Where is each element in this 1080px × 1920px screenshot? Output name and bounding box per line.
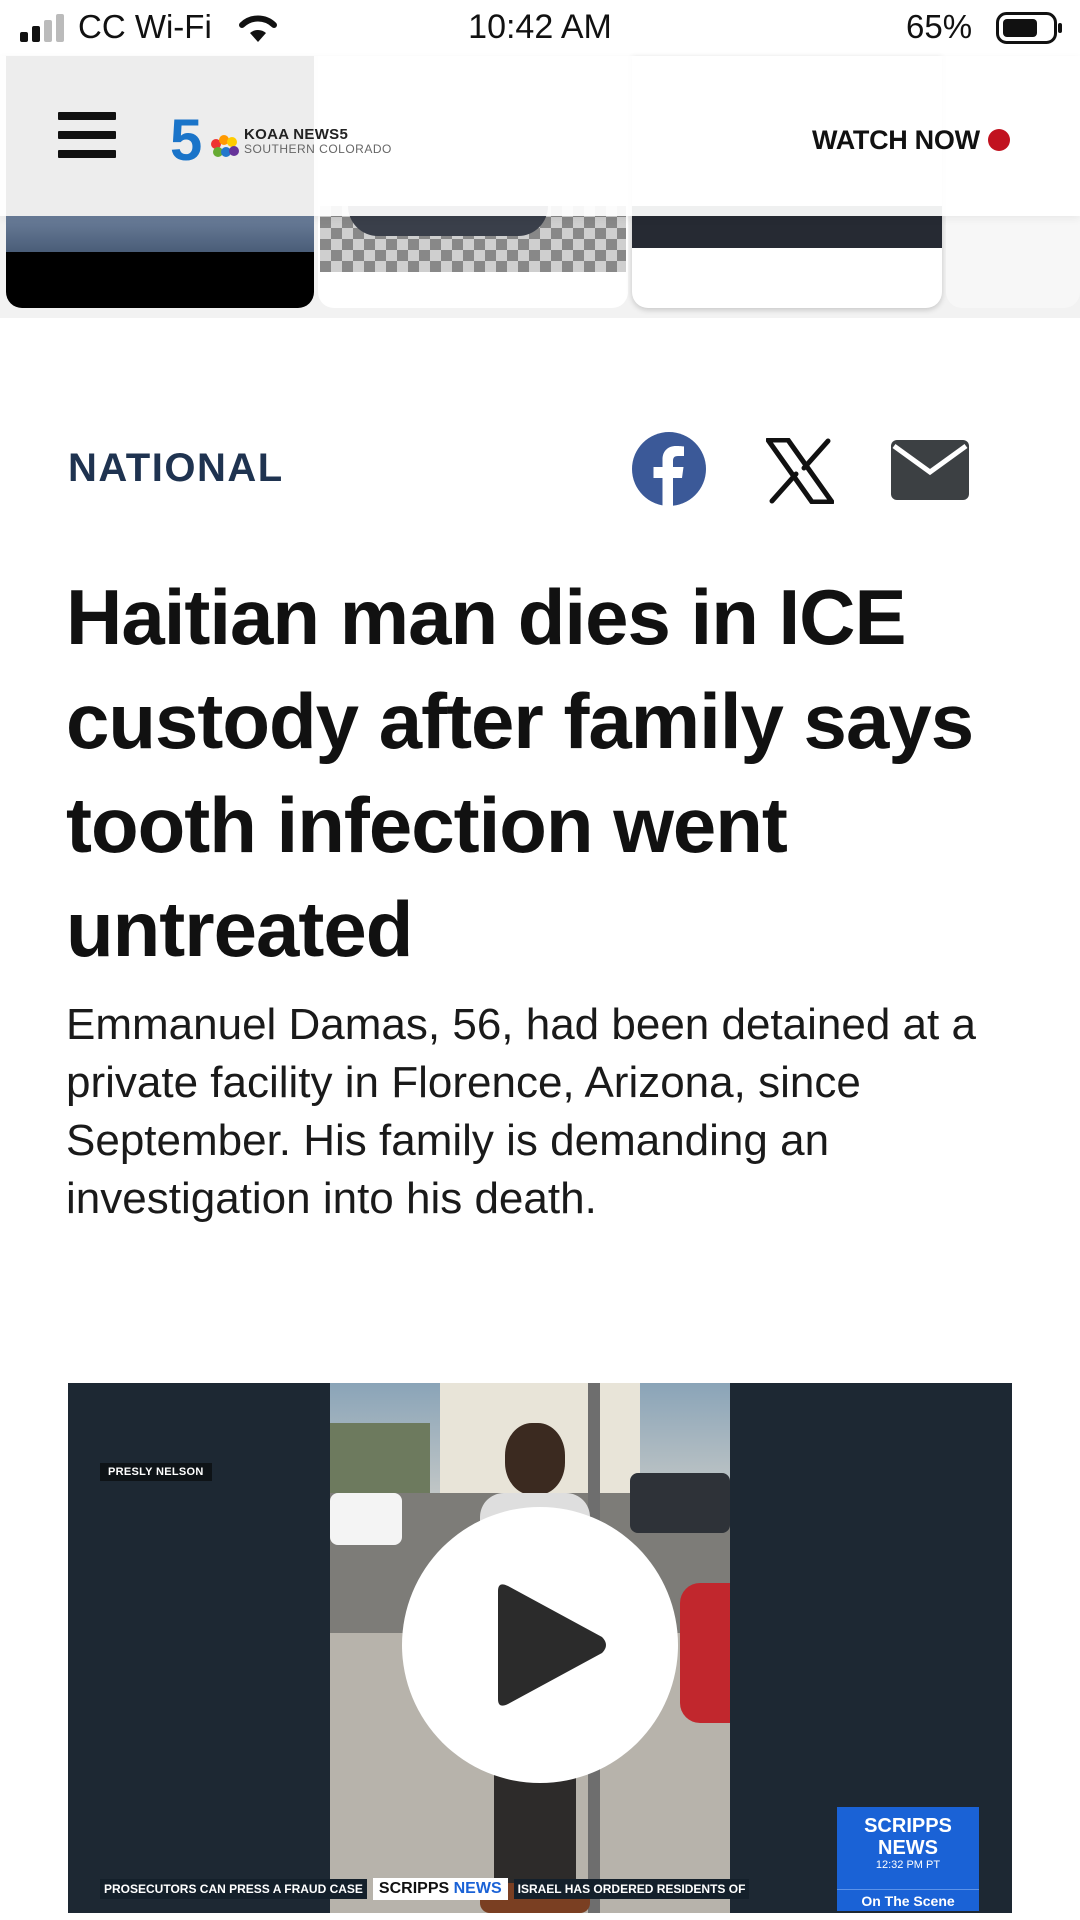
koaa-5-logo-icon: 5 — [170, 108, 239, 168]
scripps-news-badge: SCRIPPS NEWS 12:32 PM PT On The Scene — [837, 1807, 979, 1911]
logo-subtitle: SOUTHERN COLORADO — [244, 142, 392, 156]
logo-name: KOAA NEWS5 — [244, 126, 349, 143]
station-logo[interactable]: 5 KOAA NEWS5 SOUTHERN COLORADO — [170, 108, 400, 168]
svg-text:5: 5 — [170, 108, 202, 168]
badge-time: 12:32 PM PT — [875, 1859, 941, 1871]
facebook-icon[interactable] — [632, 432, 706, 506]
hamburger-menu-icon[interactable] — [58, 112, 116, 158]
battery-percent: 65% — [906, 8, 973, 45]
battery-icon — [996, 12, 1062, 44]
watch-now-label: WATCH NOW — [812, 124, 980, 155]
badge-brand: SCRIPPS NEWS — [864, 1815, 952, 1859]
video-name-tag: PRESLY NELSON — [100, 1463, 212, 1481]
video-player[interactable]: PRESLY NELSON SCRIPPS NEWS 12:32 PM PT O… — [68, 1383, 1012, 1913]
news-ticker: PROSECUTORS CAN PRESS A FRAUD CASE SCRIP… — [68, 1875, 836, 1903]
watch-now-button[interactable]: WATCH NOW — [812, 120, 1010, 160]
play-button[interactable] — [402, 1507, 678, 1783]
live-dot-icon — [987, 129, 1010, 151]
ticker-brand: SCRIPPS NEWS — [372, 1878, 508, 1900]
article-headline: Haitian man dies in ICE custody after fa… — [66, 573, 974, 973]
x-icon[interactable] — [766, 438, 834, 504]
article-category[interactable]: NATIONAL — [68, 446, 284, 491]
ticker-headline-left: PROSECUTORS CAN PRESS A FRAUD CASE — [100, 1879, 367, 1899]
badge-label: On The Scene — [837, 1889, 979, 1911]
ticker-headline-right: ISRAEL HAS ORDERED RESIDENTS OF — [513, 1879, 750, 1899]
mail-icon[interactable] — [891, 440, 969, 500]
play-icon — [498, 1584, 606, 1706]
article-summary: Emmanuel Damas, 56, had been detained at… — [66, 1000, 976, 1223]
status-bar: CC Wi-Fi 10:42 AM 65% — [0, 0, 1080, 56]
site-header: 5 KOAA NEWS5 SOUTHERN COLORADO WATCH NOW — [0, 56, 1080, 216]
